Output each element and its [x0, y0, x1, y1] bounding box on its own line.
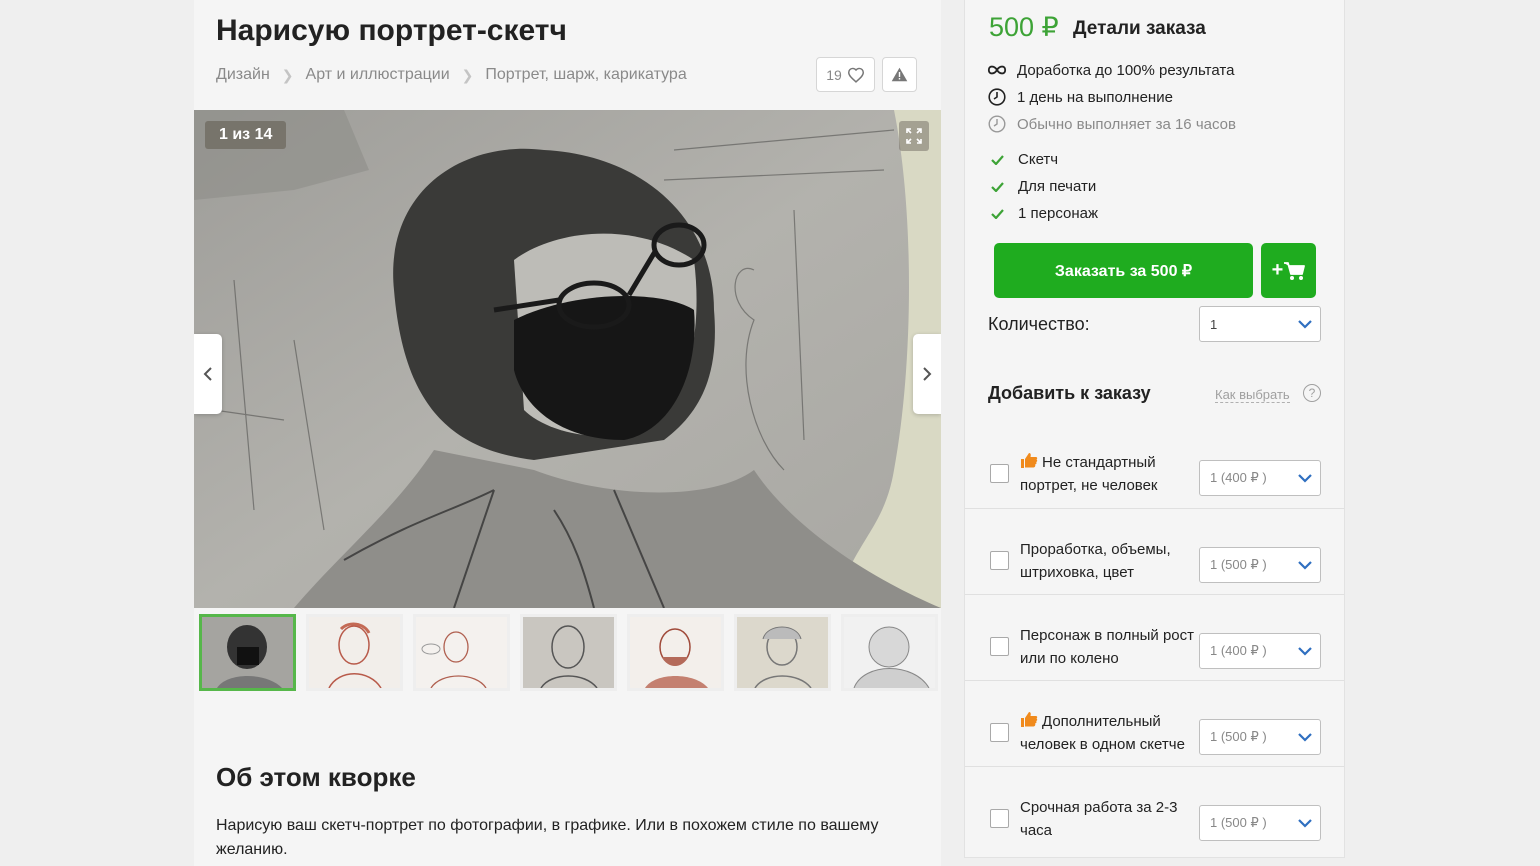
- infinity-icon: [987, 60, 1007, 80]
- favorite-count: 19: [826, 66, 842, 83]
- chevron-down-icon: [1298, 733, 1312, 742]
- extra-quantity-select[interactable]: 1 (500 ₽ ): [1199, 547, 1321, 583]
- thumbnail-7[interactable]: [841, 614, 938, 691]
- breadcrumb-item-art[interactable]: Арт и иллюстрации: [306, 66, 450, 84]
- extra-quantity-select[interactable]: 1 (400 ₽ ): [1199, 633, 1321, 669]
- chevron-down-icon: [1298, 819, 1312, 828]
- extra-label: Срочная работа за 2-3 часа: [1020, 799, 1178, 839]
- clock-icon: [987, 87, 1007, 107]
- thumbnail-image: [202, 617, 293, 688]
- thumbnail-image: [309, 617, 400, 688]
- check-icon: [991, 154, 1004, 165]
- thumbnail-image: [416, 617, 507, 688]
- breadcrumb-separator-icon: ❯: [281, 66, 294, 83]
- report-button[interactable]: [882, 57, 917, 92]
- warning-icon: [891, 67, 908, 82]
- fullscreen-button[interactable]: [899, 121, 929, 151]
- extra-quantity-select[interactable]: 1 (500 ₽ ): [1199, 719, 1321, 755]
- extra-label: Проработка, объемы, штриховка, цвет: [1020, 541, 1171, 581]
- cart-icon: [1284, 261, 1306, 280]
- order-panel: 500 ₽ Детали заказа Доработка до 100% ре…: [964, 0, 1345, 858]
- about-heading: Об этом кворке: [216, 762, 416, 792]
- breadcrumb-item-portrait[interactable]: Портрет, шарж, карикатура: [485, 66, 686, 84]
- extra-checkbox[interactable]: [990, 809, 1009, 828]
- extra-checkbox[interactable]: [990, 723, 1009, 742]
- breadcrumb: Дизайн ❯ Арт и иллюстрации ❯ Портрет, ша…: [216, 66, 687, 84]
- extra-checkbox[interactable]: [990, 637, 1009, 656]
- chevron-down-icon: [1298, 474, 1312, 483]
- heart-icon: [847, 67, 864, 83]
- breadcrumb-item-design[interactable]: Дизайн: [216, 66, 270, 84]
- about-text: Нарисую ваш скетч-портрет по фотографии,…: [216, 817, 879, 858]
- extra-label: Персонаж в полный рост или по колено: [1020, 627, 1194, 667]
- thumbnail-3[interactable]: [413, 614, 510, 691]
- check-icon: [991, 181, 1004, 192]
- feature-usual-time: Обычно выполняет за 16 часов: [987, 114, 1236, 134]
- add-to-cart-button[interactable]: +: [1261, 243, 1316, 298]
- thumbnail-image: [844, 617, 935, 688]
- thumbnail-image: [523, 617, 614, 688]
- how-to-choose-link[interactable]: Как выбрать: [1215, 387, 1290, 403]
- extra-label: Не стандартный портрет, не человек: [1020, 454, 1158, 494]
- extra-checkbox[interactable]: [990, 551, 1009, 570]
- thumbs-up-icon: [1021, 453, 1038, 468]
- included-item: 1 персонаж: [991, 205, 1098, 222]
- thumbnail-4[interactable]: [520, 614, 617, 691]
- feature-revisions: Доработка до 100% результата: [987, 60, 1234, 80]
- favorite-button[interactable]: 19: [816, 57, 875, 92]
- gig-title: Нарисую портрет-скетч: [216, 14, 567, 47]
- thumbnail-1[interactable]: [199, 614, 296, 691]
- clock-icon: [987, 114, 1007, 134]
- thumbnail-6[interactable]: [734, 614, 831, 691]
- gig-main-column: Нарисую портрет-скетч Дизайн ❯ Арт и илл…: [194, 0, 941, 866]
- extra-option: Проработка, объемы, штриховка, цвет 1 (5…: [965, 508, 1344, 594]
- extra-quantity-select[interactable]: 1 (400 ₽ ): [1199, 460, 1321, 496]
- chevron-down-icon: [1298, 647, 1312, 656]
- extra-option: Дополнительный человек в одном скетче 1 …: [965, 680, 1344, 766]
- extra-option: Персонаж в полный рост или по колено 1 (…: [965, 594, 1344, 680]
- extra-quantity-select[interactable]: 1 (500 ₽ ): [1199, 805, 1321, 841]
- image-counter: 1 из 14: [205, 121, 287, 149]
- gallery-next-button[interactable]: [913, 334, 941, 414]
- check-icon: [991, 208, 1004, 219]
- gallery-prev-button[interactable]: [194, 334, 222, 414]
- thumbnail-2[interactable]: [306, 614, 403, 691]
- quantity-label: Количество:: [988, 314, 1090, 334]
- extra-option: Срочная работа за 2-3 часа 1 (500 ₽ ): [965, 766, 1344, 852]
- extra-label: Дополнительный человек в одном скетче: [1020, 713, 1185, 753]
- thumbs-up-icon: [1021, 712, 1038, 727]
- feature-delivery-time: 1 день на выполнение: [987, 87, 1173, 107]
- add-to-order-heading: Добавить к заказу: [988, 383, 1151, 403]
- order-details-heading: Детали заказа: [1073, 18, 1206, 39]
- help-icon[interactable]: ?: [1303, 384, 1321, 402]
- breadcrumb-separator-icon: ❯: [461, 66, 474, 83]
- quantity-select[interactable]: 1: [1199, 306, 1321, 342]
- image-gallery[interactable]: 1 из 14: [194, 110, 941, 608]
- expand-icon: [906, 128, 922, 144]
- chevron-right-icon: [923, 367, 932, 381]
- included-item: Для печати: [991, 178, 1096, 195]
- thumbnail-strip: [194, 614, 941, 694]
- portrait-sketch-image: [194, 110, 941, 608]
- extra-checkbox[interactable]: [990, 464, 1009, 483]
- order-button[interactable]: Заказать за 500 ₽: [994, 243, 1253, 298]
- thumbnail-image: [737, 617, 828, 688]
- chevron-down-icon: [1298, 561, 1312, 570]
- included-item: Скетч: [991, 151, 1058, 168]
- price: 500 ₽: [989, 12, 1059, 42]
- chevron-down-icon: [1298, 320, 1312, 329]
- thumbnail-image: [630, 617, 721, 688]
- chevron-left-icon: [203, 367, 212, 381]
- thumbnail-5[interactable]: [627, 614, 724, 691]
- extra-option: Не стандартный портрет, не человек 1 (40…: [965, 422, 1344, 508]
